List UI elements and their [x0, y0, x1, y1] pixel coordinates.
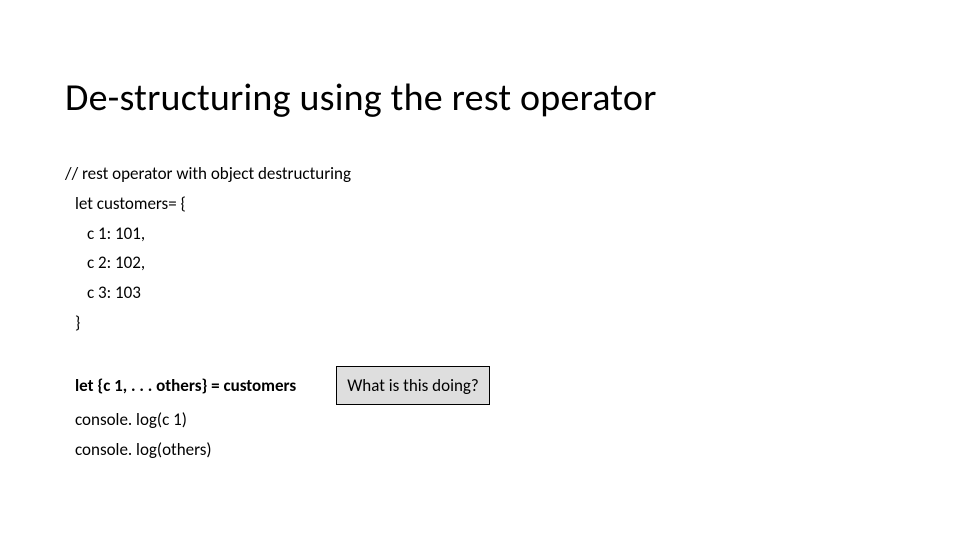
code-block: // rest operator with object destructuri…: [65, 159, 895, 465]
code-line-log2: console. log(others): [65, 435, 895, 465]
code-line-c3: c 3: 103: [65, 278, 895, 308]
code-line-log1: console. log(c 1): [65, 405, 895, 435]
blank-line: [65, 338, 895, 366]
code-line-destructure: let {c 1, . . . others} = customers: [65, 371, 296, 401]
callout-box: What is this doing?: [336, 366, 490, 406]
code-line-let: let customers= {: [65, 189, 895, 219]
slide: De-structuring using the rest operator /…: [0, 0, 960, 465]
code-line-c1: c 1: 101,: [65, 219, 895, 249]
destructure-row: let {c 1, . . . others} = customers What…: [65, 366, 895, 406]
code-line-c2: c 2: 102,: [65, 248, 895, 278]
code-line-comment: // rest operator with object destructuri…: [65, 159, 895, 189]
slide-title: De-structuring using the rest operator: [65, 75, 895, 121]
code-line-close: }: [65, 308, 895, 338]
